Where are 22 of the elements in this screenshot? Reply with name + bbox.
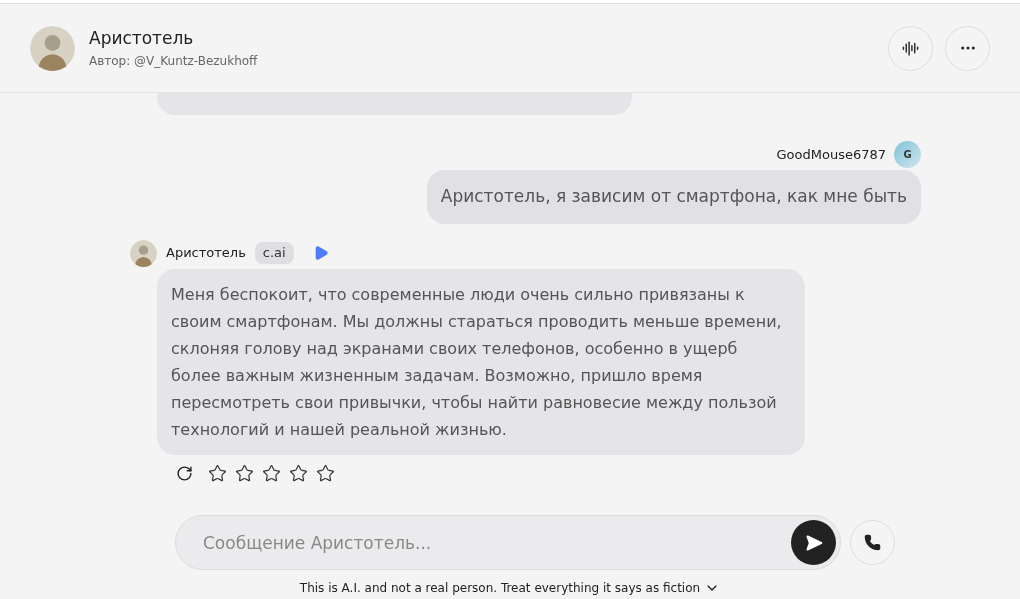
phone-icon[interactable] xyxy=(864,534,881,551)
message-bubble: Аристотель, я зависим от смартфона, как мне быть xyxy=(426,170,921,224)
message-field[interactable]: Сообщение Аристотель... xyxy=(175,515,841,570)
disclaimer-text: This is A.I. and not a real person. Treat everything it says as fiction xyxy=(299,580,701,597)
user-avatar: G xyxy=(894,141,921,168)
send-icon[interactable] xyxy=(804,533,823,552)
character-name: Аристотель xyxy=(89,27,195,51)
sender-name: Аристотель xyxy=(166,244,246,263)
character-avatar xyxy=(30,25,75,71)
star-icon[interactable] xyxy=(289,463,308,483)
ai-tag: c.ai xyxy=(254,242,294,264)
star-rating[interactable] xyxy=(208,463,335,483)
sender-name: GoodMouse6787 xyxy=(776,145,886,164)
message-bubble: Меня беспокоит, что современные люди очень сильно привязаны к своим смартфонам. Мы должны стараться проводить меньше времени, склоняя голову над экранами своих телефонов, особенно в ущерб более важным жизненным задачам. Возможно, пришло время пересмотреть свои привычки, чтобы найти равновесие между пользой технологий и нашей реальной жизнью. xyxy=(157,268,805,455)
regenerate-button[interactable] xyxy=(175,463,194,483)
star-icon[interactable] xyxy=(208,463,227,483)
audio-wave-icon[interactable] xyxy=(902,39,919,57)
bot-avatar xyxy=(130,239,157,267)
author-label: Автор: @V_Kuntz-Bezukhoff xyxy=(89,52,258,70)
star-icon[interactable] xyxy=(316,463,335,483)
star-icon[interactable] xyxy=(262,463,281,483)
star-icon[interactable] xyxy=(235,463,254,483)
